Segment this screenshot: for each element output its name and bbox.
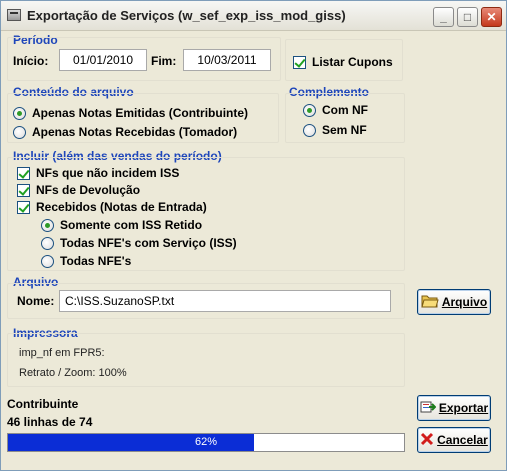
printer-name-text: imp_nf em FPR5: — [19, 347, 105, 359]
radio-unselected-icon — [303, 123, 316, 137]
option-notas-emitidas[interactable]: Apenas Notas Emitidas (Contribuinte) — [13, 106, 248, 120]
check-label: NFs de Devolução — [36, 183, 141, 197]
export-button-label: Exportar — [438, 401, 489, 415]
folder-open-icon — [421, 294, 439, 311]
option-sem-nf[interactable]: Sem NF — [303, 123, 367, 137]
option-label: Somente com ISS Retido — [60, 218, 203, 232]
arquivo-button[interactable]: Arquivo — [417, 289, 491, 315]
option-label: Com NF — [322, 103, 368, 117]
listar-cupons-checkbox[interactable]: Listar Cupons — [293, 55, 393, 69]
inicio-label: Início: — [13, 54, 49, 68]
cancel-x-icon — [420, 432, 434, 449]
maximize-button[interactable]: □ — [457, 7, 478, 27]
check-nfs-devolucao[interactable]: NFs de Devolução — [17, 183, 140, 197]
export-icon — [420, 400, 437, 417]
close-button[interactable]: ✕ — [481, 7, 502, 27]
radio-unselected-icon — [13, 125, 26, 139]
cancel-button[interactable]: Cancelar — [417, 427, 491, 453]
option-todas-nfe[interactable]: Todas NFE's — [41, 254, 131, 268]
check-nfs-nao-incidem-iss[interactable]: NFs que não incidem ISS — [17, 166, 179, 180]
checkbox-checked-icon — [17, 183, 30, 197]
export-button[interactable]: Exportar — [417, 395, 491, 421]
file-name-input[interactable] — [59, 290, 391, 312]
inicio-date-input[interactable] — [59, 49, 147, 71]
minimize-button[interactable]: _ — [433, 7, 454, 27]
option-somente-iss-retido[interactable]: Somente com ISS Retido — [41, 218, 202, 232]
option-com-nf[interactable]: Com NF — [303, 103, 368, 117]
listar-cupons-label: Listar Cupons — [312, 55, 393, 69]
radio-unselected-icon — [41, 254, 54, 268]
check-recebidos[interactable]: Recebidos (Notas de Entrada) — [17, 200, 207, 214]
status-lines: 46 linhas de 74 — [7, 415, 93, 429]
checkbox-checked-icon — [293, 55, 306, 69]
checkbox-checked-icon — [17, 200, 30, 214]
option-todas-nfe-servico[interactable]: Todas NFE's com Serviço (ISS) — [41, 236, 237, 250]
title-bar[interactable]: Exportação de Serviços (w_sef_exp_iss_mo… — [1, 1, 506, 31]
fim-date-input[interactable] — [183, 49, 271, 71]
status-heading: Contribuinte — [7, 397, 79, 411]
nome-label: Nome: — [17, 294, 55, 308]
export-progress-bar: 62% — [7, 433, 405, 452]
checkbox-checked-icon — [17, 166, 30, 180]
radio-unselected-icon — [41, 236, 54, 250]
arquivo-button-label: Arquivo — [441, 295, 488, 309]
app-icon — [7, 9, 21, 21]
option-label: Todas NFE's — [60, 254, 132, 268]
check-label: NFs que não incidem ISS — [36, 166, 180, 180]
radio-selected-icon — [13, 106, 26, 120]
progress-text: 62% — [194, 436, 218, 448]
option-label: Todas NFE's com Serviço (ISS) — [60, 236, 237, 250]
option-label: Apenas Notas Recebidas (Tomador) — [32, 125, 238, 139]
cancel-button-label: Cancelar — [437, 433, 488, 447]
check-label: Recebidos (Notas de Entrada) — [36, 200, 207, 214]
option-label: Sem NF — [322, 123, 367, 137]
radio-selected-icon — [303, 103, 316, 117]
fim-label: Fim: — [151, 54, 177, 68]
export-services-window: Exportação de Serviços (w_sef_exp_iss_mo… — [0, 0, 507, 471]
option-notas-recebidas[interactable]: Apenas Notas Recebidas (Tomador) — [13, 125, 237, 139]
radio-selected-icon — [41, 218, 54, 232]
printer-zoom-text: Retrato / Zoom: 100% — [19, 367, 127, 379]
option-label: Apenas Notas Emitidas (Contribuinte) — [32, 106, 249, 120]
window-title: Exportação de Serviços (w_sef_exp_iss_mo… — [27, 8, 346, 23]
